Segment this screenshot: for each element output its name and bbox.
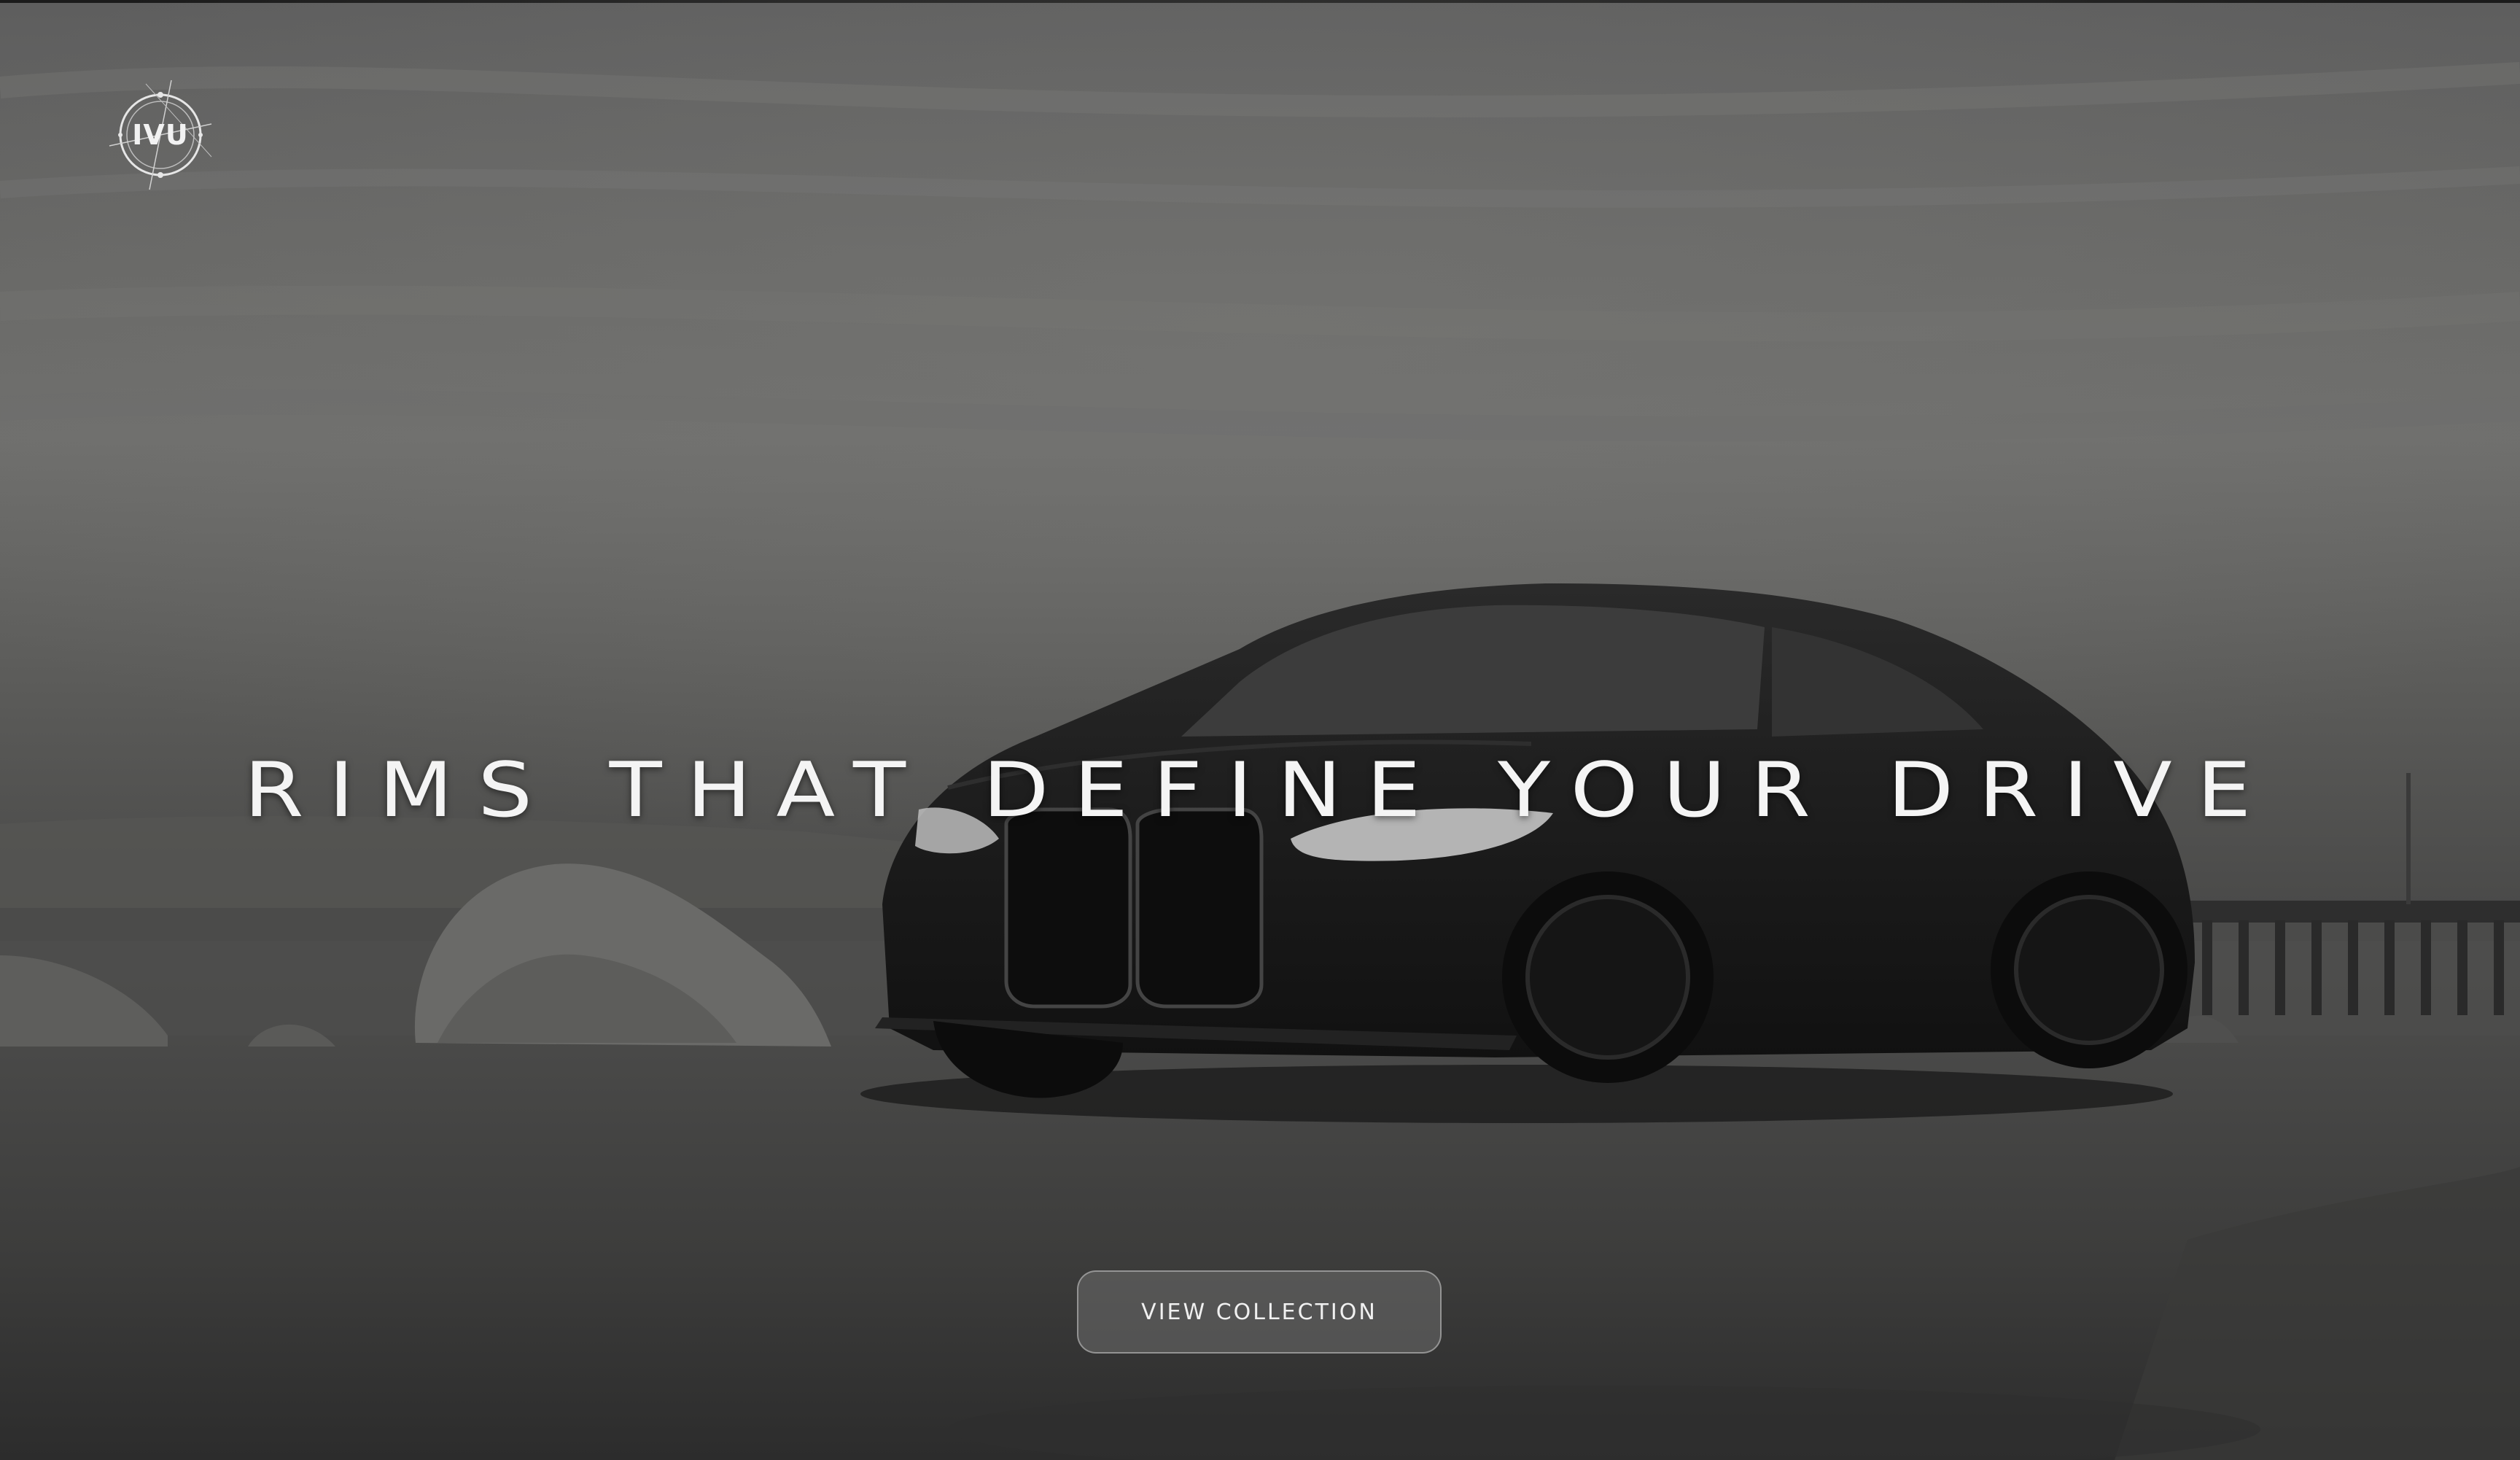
logo-text: IVU — [132, 119, 189, 151]
hero-section: IVU RIMS THAT DEFINE YOUR DRIVE VIEW COL… — [0, 0, 2520, 1460]
brand-logo[interactable]: IVU — [102, 77, 219, 193]
hero-background-image — [0, 0, 2520, 1460]
view-collection-button[interactable]: VIEW COLLECTION — [1077, 1270, 1442, 1354]
hero-headline: RIMS THAT DEFINE YOUR DRIVE — [244, 745, 2276, 834]
